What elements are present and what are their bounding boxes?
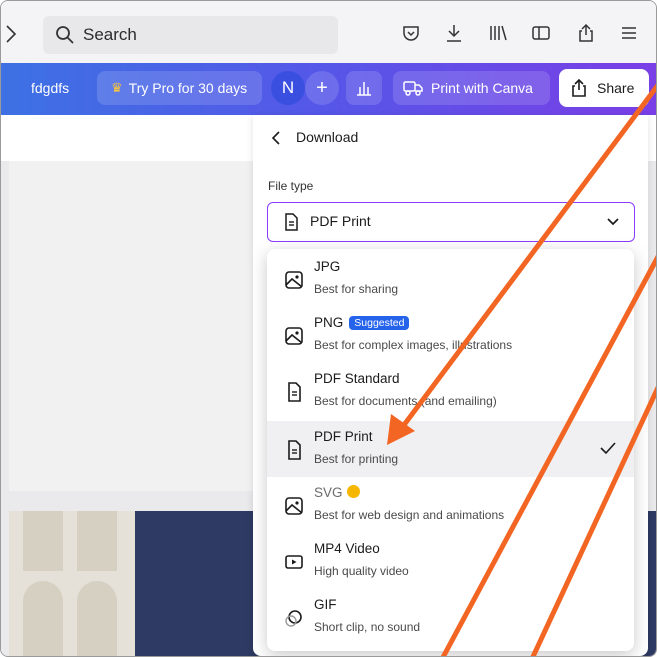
- menu-item-svg[interactable]: SVG Best for web design and animations: [267, 477, 634, 533]
- canva-top-bar: fdgdfs ♛ Try Pro for 30 days N + Print w…: [1, 63, 656, 115]
- arch-shape: [77, 581, 117, 656]
- add-collaborator-button[interactable]: +: [305, 71, 339, 105]
- document-icon: [288, 382, 301, 402]
- menu-item-mp4-video[interactable]: MP4 Video High quality video: [267, 533, 634, 589]
- menu-item-subtitle: Best for printing: [314, 452, 399, 466]
- try-pro-button[interactable]: ♛ Try Pro for 30 days: [97, 71, 262, 105]
- try-pro-label: Try Pro for 30 days: [128, 80, 248, 96]
- browser-toolbar: Search: [1, 1, 656, 64]
- menu-item-jpg[interactable]: JPG Best for sharing: [267, 251, 634, 307]
- menu-item-pdf-print[interactable]: PDF Print Best for printing: [267, 421, 634, 477]
- search-label: Search: [83, 25, 137, 44]
- sidebar-icon[interactable]: [531, 23, 551, 43]
- document-icon: [285, 213, 298, 231]
- menu-item-title-row: PNG Suggested: [314, 315, 410, 330]
- menu-item-title: SVG: [314, 485, 343, 500]
- share-label: Share: [597, 80, 635, 96]
- screenshot-frame: Search fdgdfs ♛ Try Pro for 30 days N + …: [0, 0, 657, 657]
- menu-item-title: JPG: [314, 259, 341, 274]
- pocket-icon[interactable]: [401, 23, 421, 43]
- menu-item-title: PNG: [314, 315, 344, 330]
- design-name[interactable]: fdgdfs: [31, 80, 69, 96]
- menu-item-title: GIF: [314, 597, 337, 612]
- arch-shape: [23, 511, 63, 571]
- crown-icon: ♛: [111, 80, 123, 95]
- menu-item-subtitle: Short clip, no sound: [314, 620, 421, 634]
- search-icon: [56, 26, 74, 44]
- document-icon: [288, 440, 301, 460]
- menu-item-subtitle: Best for sharing: [314, 282, 399, 296]
- design-thumbnail-beige: [9, 511, 135, 656]
- print-with-canva-label: Print with Canva: [431, 80, 533, 96]
- arch-shape: [23, 581, 63, 656]
- file-type-label: File type: [268, 179, 314, 193]
- share-button[interactable]: Share: [559, 69, 649, 107]
- menu-item-subtitle: Best for complex images, illustrations: [314, 338, 513, 352]
- print-with-canva-button[interactable]: Print with Canva: [393, 71, 550, 105]
- selected-file-type: PDF Print: [310, 213, 371, 229]
- insights-button[interactable]: [346, 71, 382, 105]
- star-icon[interactable]: [5, 23, 23, 45]
- checkmark-icon: [600, 442, 616, 455]
- menu-item-png[interactable]: PNG Suggested Best for complex images, il…: [267, 307, 634, 363]
- menu-item-title: PDF Print: [314, 429, 373, 444]
- menu-item-subtitle: Best for documents (and emailing): [314, 394, 497, 408]
- panel-title: Download: [296, 129, 359, 145]
- image-icon: [285, 271, 303, 289]
- menu-icon[interactable]: [619, 23, 639, 43]
- search-input[interactable]: Search: [43, 16, 338, 54]
- video-icon: [285, 555, 303, 569]
- menu-item-pdf-standard[interactable]: PDF Standard Best for documents (and ema…: [267, 363, 634, 419]
- avatar[interactable]: N: [271, 71, 305, 105]
- library-icon[interactable]: [488, 23, 508, 43]
- image-icon: [285, 497, 303, 515]
- menu-item-subtitle: High quality video: [314, 564, 409, 578]
- menu-item-title: MP4 Video: [314, 541, 380, 556]
- upload-icon: [572, 78, 586, 97]
- arch-shape: [77, 511, 117, 571]
- truck-icon: [403, 81, 423, 96]
- image-icon: [285, 327, 303, 345]
- gif-icon: [285, 610, 302, 627]
- download-icon[interactable]: [444, 23, 464, 43]
- share-icon[interactable]: [576, 23, 596, 43]
- chevron-left-icon[interactable]: [270, 129, 282, 147]
- file-type-select[interactable]: PDF Print: [267, 202, 635, 242]
- menu-item-gif[interactable]: GIF Short clip, no sound: [267, 589, 634, 645]
- bar-chart-icon: [357, 82, 371, 96]
- menu-item-title: PDF Standard: [314, 371, 400, 386]
- menu-item-title-row: SVG: [314, 485, 360, 500]
- design-page[interactable]: [9, 161, 257, 491]
- suggested-badge: Suggested: [349, 316, 410, 330]
- file-type-menu: JPG Best for sharing PNG Suggested Best f…: [267, 249, 634, 651]
- pro-crown-icon: [346, 485, 360, 498]
- menu-item-subtitle: Best for web design and animations: [314, 508, 505, 522]
- chevron-down-icon: [607, 218, 619, 226]
